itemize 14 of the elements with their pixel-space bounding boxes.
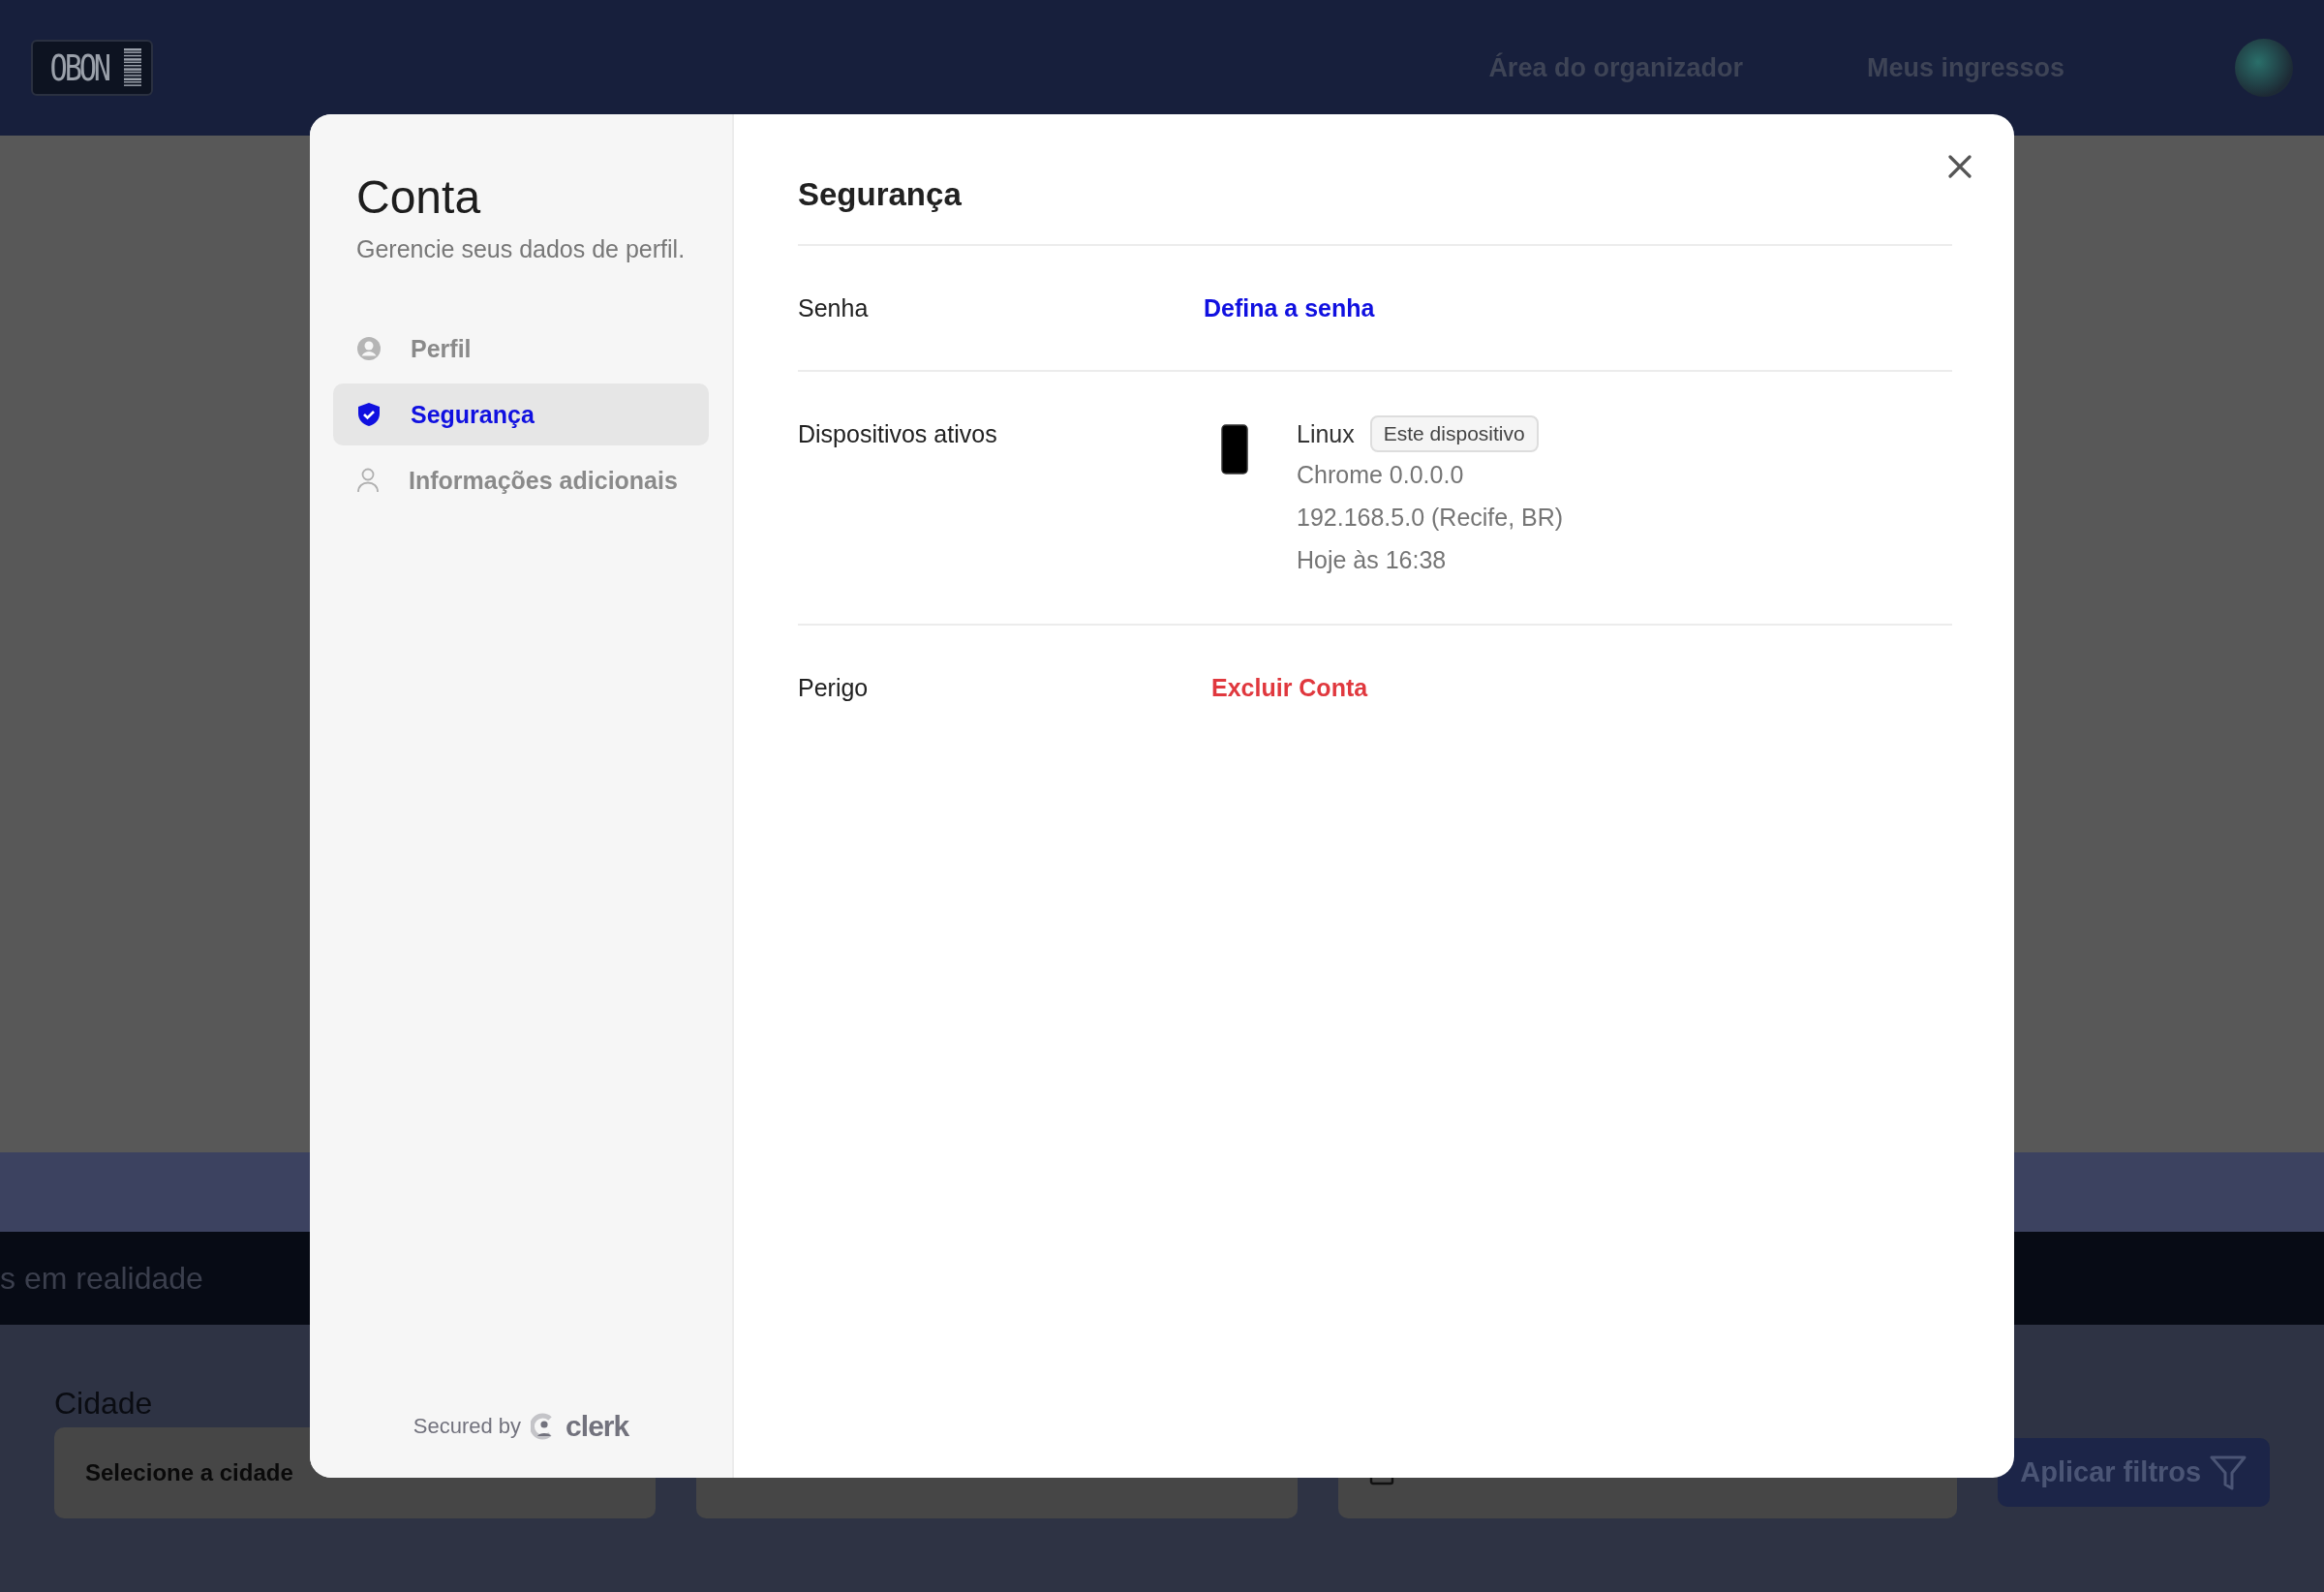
section-title: Segurança — [798, 176, 1952, 246]
dialog-subtitle: Gerencie seus dados de perfil. — [356, 235, 687, 263]
device-detail: 192.168.5.0 (Recife, BR) — [1297, 503, 1564, 533]
logo-text: OBON — [49, 46, 108, 89]
dialog-title: Conta — [356, 170, 482, 224]
row-label: Dispositivos ativos — [798, 419, 998, 449]
device-os: Linux — [1297, 419, 1355, 449]
secured-by-text: Secured by — [413, 1414, 522, 1439]
banner-text: s em realidade — [0, 1260, 203, 1297]
device-detail: Hoje às 16:38 — [1297, 545, 1448, 575]
device-detail: Chrome 0.0.0.0 — [1297, 460, 1465, 490]
row-label: Perigo — [798, 673, 870, 703]
device-badge: Este dispositivo — [1369, 415, 1539, 452]
row-label: Senha — [798, 293, 870, 323]
